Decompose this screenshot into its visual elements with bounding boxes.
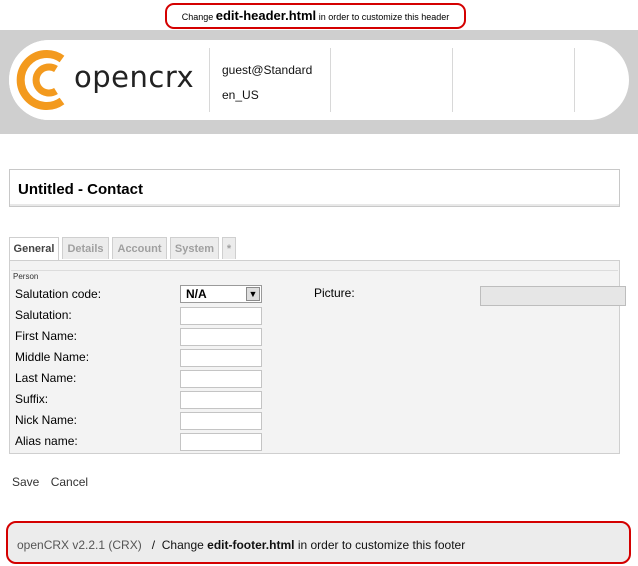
- footer-file: edit-footer.html: [207, 538, 295, 552]
- form-actions: Save Cancel: [12, 475, 96, 489]
- header-notice: Change edit-header.html in order to cust…: [165, 3, 466, 29]
- page-title: Untitled - Contact: [18, 181, 143, 198]
- tab-more[interactable]: *: [222, 237, 236, 259]
- suffix-input[interactable]: [180, 391, 262, 409]
- first-name-input[interactable]: [180, 328, 262, 346]
- person-panel: Person Salutation code: N/A ▼ Picture: S…: [9, 260, 626, 454]
- header-notice-suffix: in order to customize this header: [318, 12, 450, 22]
- tab-system[interactable]: System: [170, 237, 219, 259]
- middle-name-label: Middle Name:: [15, 350, 90, 364]
- user-name[interactable]: guest@Standard: [222, 63, 312, 77]
- middle-name-input[interactable]: [180, 349, 262, 367]
- tab-account[interactable]: Account: [112, 237, 167, 259]
- nick-name-input[interactable]: [180, 412, 262, 430]
- locale[interactable]: en_US: [222, 88, 259, 102]
- salutation-input[interactable]: [180, 307, 262, 325]
- footer-notice: openCRX v2.2.1 (CRX) / Change edit-foote…: [6, 521, 631, 564]
- last-name-input[interactable]: [180, 370, 262, 388]
- save-button[interactable]: Save: [12, 475, 39, 489]
- banner-divider: [452, 48, 453, 112]
- banner-divider: [330, 48, 331, 112]
- last-name-label: Last Name:: [15, 371, 77, 385]
- banner-panel: opencrx guest@Standard en_US: [9, 40, 629, 120]
- suffix-label: Suffix:: [15, 392, 49, 406]
- footer-separator: /: [151, 538, 156, 552]
- logo-text: opencrx: [74, 60, 195, 94]
- banner: opencrx guest@Standard en_US: [0, 30, 638, 134]
- banner-divider: [574, 48, 575, 112]
- tab-general[interactable]: General: [9, 237, 59, 261]
- footer-text: openCRX v2.2.1 (CRX) / Change edit-foote…: [17, 538, 465, 552]
- alias-name-label: Alias name:: [15, 434, 78, 448]
- footer-prefix: Change: [161, 538, 204, 552]
- salutation-code-label: Salutation code:: [15, 287, 102, 301]
- section-label: Person: [13, 272, 39, 281]
- logo[interactable]: opencrx: [9, 40, 209, 120]
- picture-label: Picture:: [314, 286, 355, 300]
- nick-name-label: Nick Name:: [15, 413, 78, 427]
- panel-divider: [11, 270, 618, 271]
- footer-suffix: in order to customize this footer: [297, 538, 466, 552]
- picture-field[interactable]: [480, 286, 626, 306]
- first-name-label: First Name:: [15, 329, 78, 343]
- header-notice-file: edit-header.html: [215, 8, 317, 23]
- salutation-label: Salutation:: [15, 308, 72, 322]
- opencrx-logo-icon: [16, 50, 65, 110]
- banner-divider: [209, 48, 210, 112]
- chevron-down-icon[interactable]: ▼: [246, 287, 260, 301]
- cancel-button[interactable]: Cancel: [51, 475, 88, 489]
- salutation-code-select[interactable]: N/A ▼: [180, 285, 262, 303]
- header-notice-prefix: Change: [181, 12, 214, 22]
- alias-name-input[interactable]: [180, 433, 262, 451]
- salutation-code-value: N/A: [186, 287, 207, 301]
- footer-version: openCRX v2.2.1 (CRX): [17, 538, 142, 552]
- page-title-box: Untitled - Contact: [9, 169, 620, 207]
- tab-details[interactable]: Details: [62, 237, 109, 259]
